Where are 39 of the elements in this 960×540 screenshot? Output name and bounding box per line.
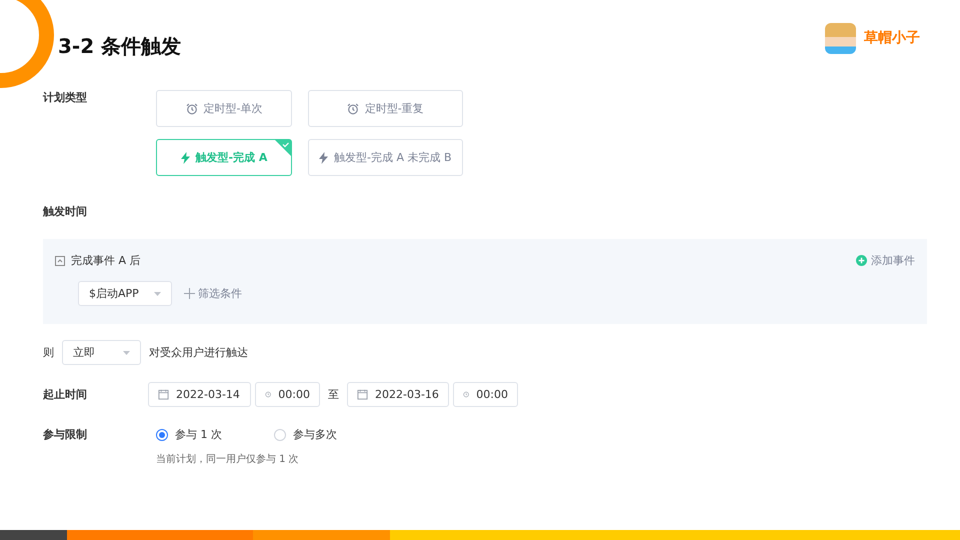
event-select[interactable]: $启动APP	[78, 281, 172, 306]
caret-icon	[154, 292, 161, 296]
timing-select[interactable]: 立即	[62, 340, 141, 365]
calendar-icon	[158, 389, 169, 400]
radio-option[interactable]: 参与 1 次	[156, 427, 222, 442]
then-label: 则	[43, 345, 54, 360]
filter-link[interactable]: 筛选条件	[184, 286, 242, 301]
field-label: 起止时间	[43, 387, 88, 402]
avatar-image	[825, 22, 856, 54]
collapse-icon[interactable]	[55, 256, 65, 266]
clock-icon	[265, 389, 272, 400]
date-picker[interactable]: 2022-03-14	[148, 382, 251, 407]
then-text: 对受众用户进行触达	[149, 345, 248, 360]
time-picker[interactable]: 00:00	[255, 382, 320, 407]
clock-icon	[463, 389, 470, 400]
plan-type-option[interactable]: 定时型-重复	[308, 90, 463, 127]
plan-type-option[interactable]: 定时型-单次	[156, 90, 292, 127]
plus-circle-icon	[856, 255, 867, 266]
plus-icon	[184, 288, 195, 299]
date-picker[interactable]: 2022-03-16	[347, 382, 449, 407]
alarm-clock-icon	[186, 102, 198, 114]
range-separator: 至	[328, 387, 339, 402]
lightning-icon	[180, 152, 190, 164]
add-event-link[interactable]: 添加事件	[856, 253, 915, 268]
calendar-icon	[357, 389, 368, 400]
event-title: 完成事件 A 后	[71, 253, 141, 268]
field-label: 参与限制	[43, 427, 88, 443]
check-corner-icon	[275, 140, 291, 156]
slide-title: 3-2 条件触发	[58, 32, 182, 60]
hint-text: 当前计划，同一用户仅参与 1 次	[156, 452, 300, 466]
brand-name: 草帽小子	[864, 29, 920, 47]
field-label: 计划类型	[43, 90, 88, 106]
plan-type-option[interactable]: 触发型-完成 A 未完成 B	[308, 139, 463, 176]
lightning-icon	[319, 152, 328, 164]
field-label: 触发时间	[43, 204, 88, 219]
time-picker[interactable]: 00:00	[453, 382, 518, 407]
caret-icon	[123, 350, 130, 354]
radio-option[interactable]: 参与多次	[274, 427, 337, 442]
alarm-clock-icon	[346, 102, 359, 114]
